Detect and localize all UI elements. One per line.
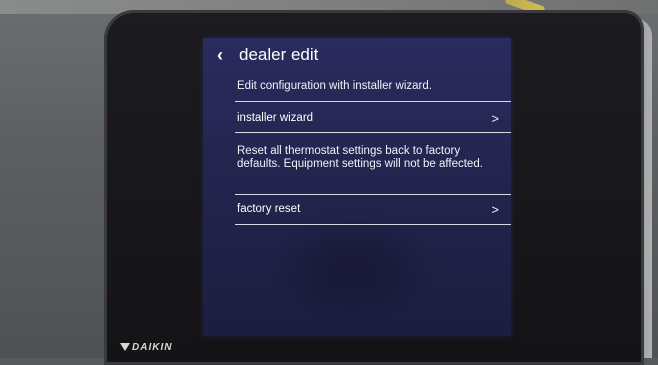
chevron-right-icon: > [491,110,499,126]
chevron-left-icon[interactable]: ‹ [217,46,235,64]
installer-wizard-description: Edit configuration with installer wizard… [237,80,432,92]
divider [235,194,511,195]
factory-reset-description: Reset all thermostat settings back to fa… [237,145,483,170]
screen-header: ‹ dealer edit [217,42,318,68]
divider [235,132,511,133]
installer-wizard-button[interactable]: installer wizard > [237,107,499,129]
divider [235,224,511,225]
divider [235,101,511,102]
thermostat-screen: ‹ dealer edit Edit configuration with in… [203,38,511,336]
screen-reflection [263,208,443,328]
brand-logo: DAIKIN [120,342,172,353]
installer-wizard-label: installer wizard [237,112,314,124]
page-title: dealer edit [239,45,319,64]
daikin-logo-icon [120,343,130,352]
chevron-right-icon: > [491,201,499,217]
brand-name: DAIKIN [132,342,173,353]
factory-reset-button[interactable]: factory reset > [237,198,499,220]
factory-reset-label: factory reset [237,203,301,215]
